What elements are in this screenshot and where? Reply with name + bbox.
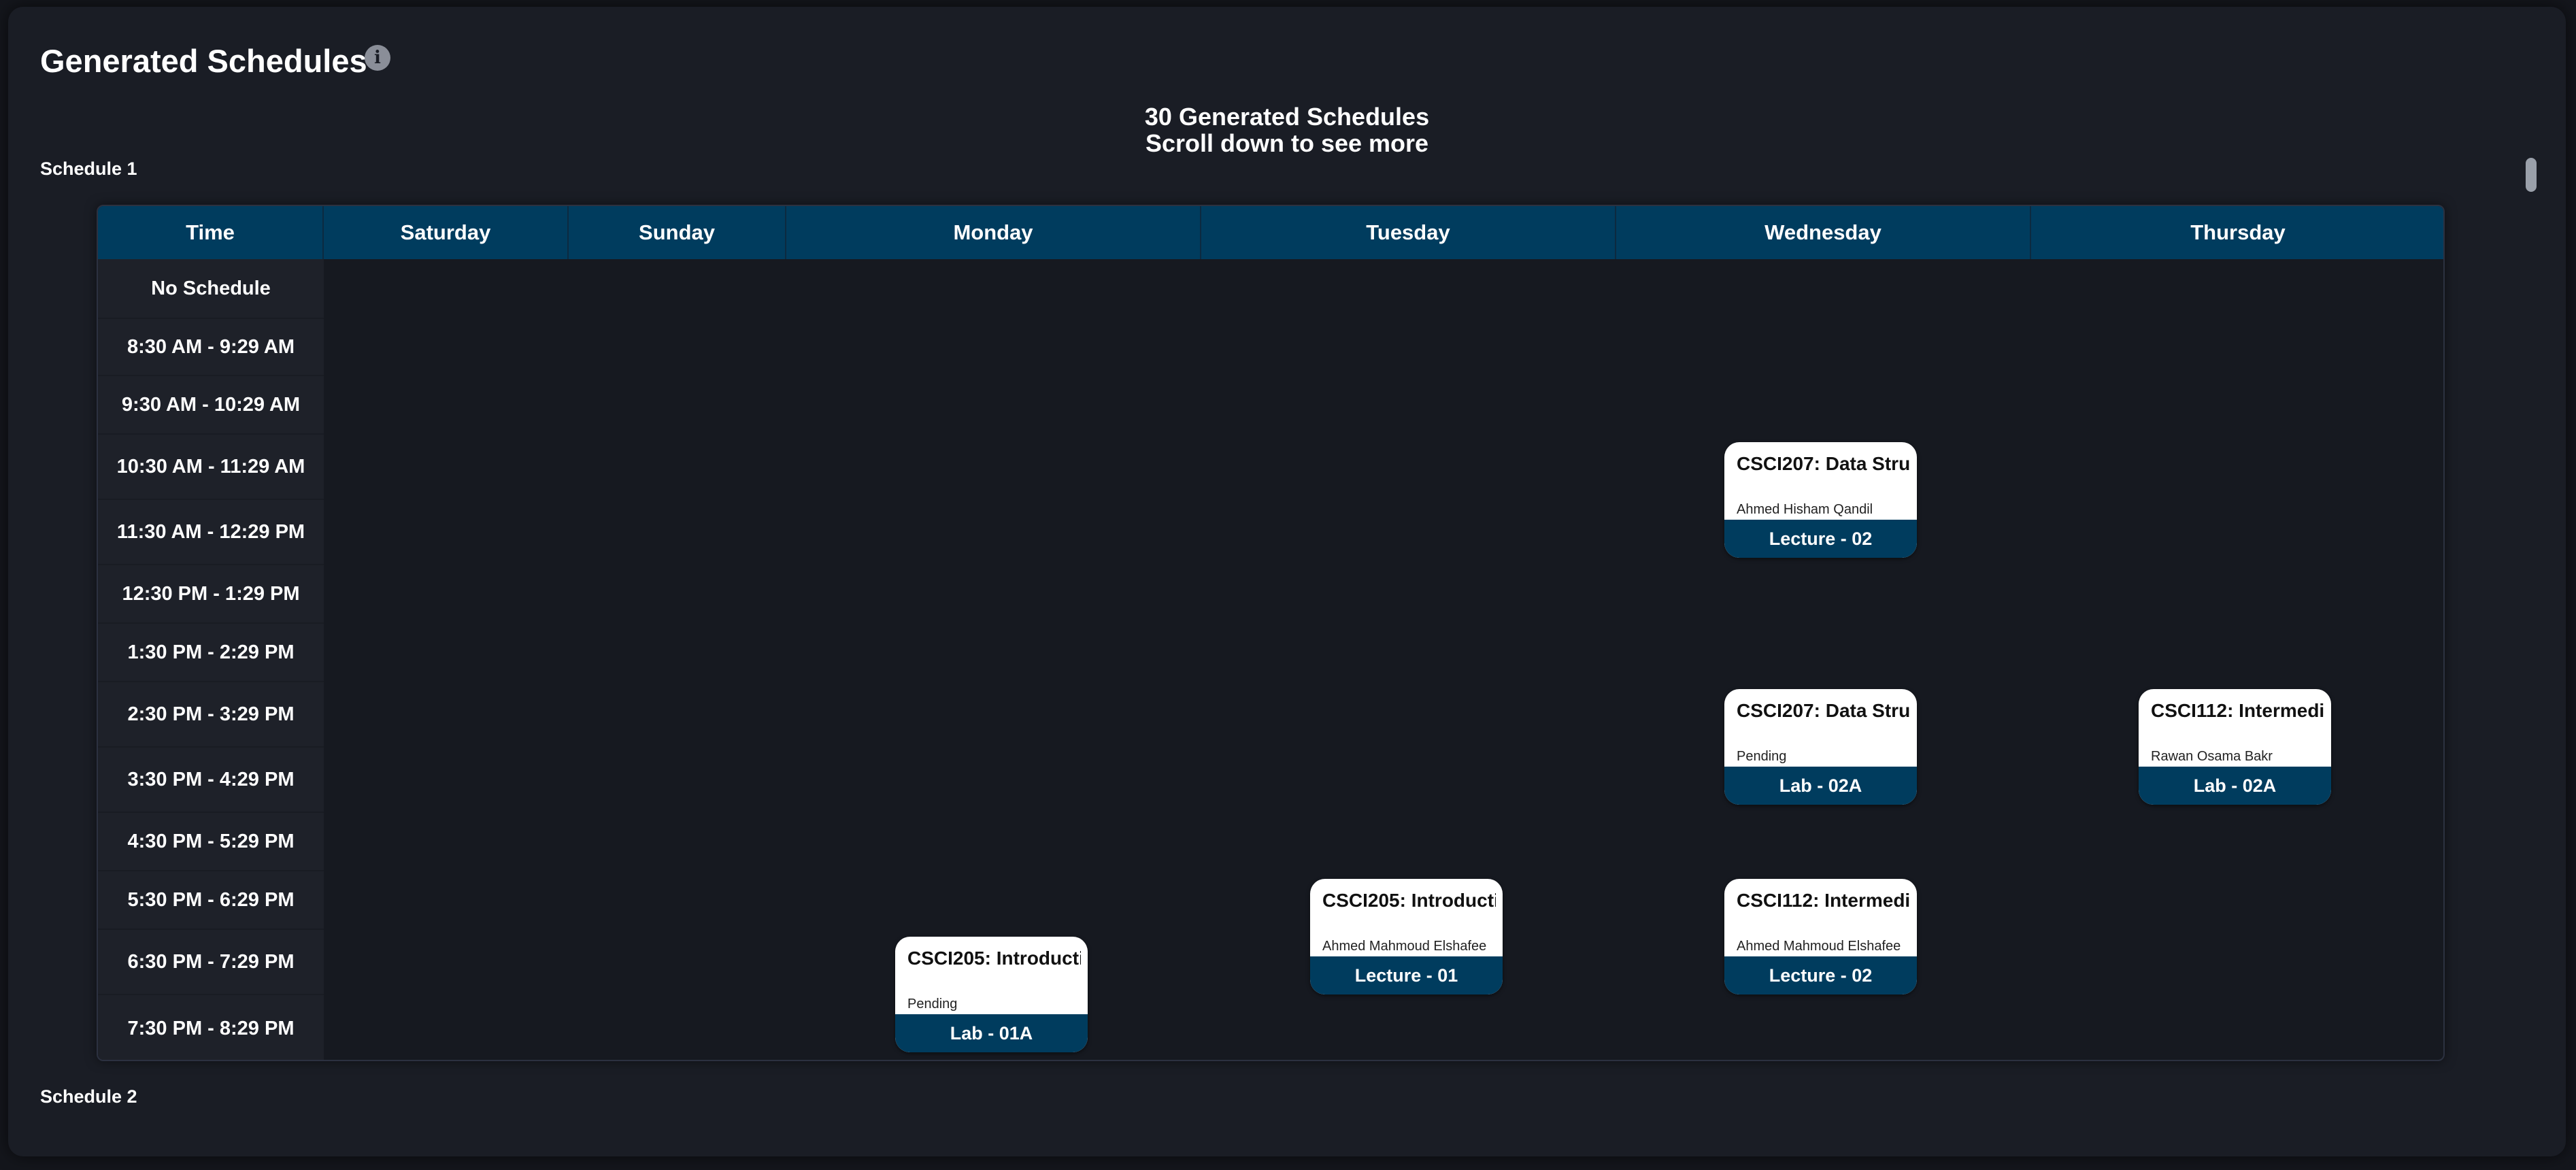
time-slot: 1:30 PM - 2:29 PM <box>98 624 324 682</box>
course-instructor: Ahmed Mahmoud Elshafee <box>1737 939 1901 954</box>
course-section: Lab - 02A <box>1724 767 1917 805</box>
course-title: CSCI205: Introduction to <box>1322 890 1496 911</box>
course-title: CSCI205: Introduction to <box>907 948 1081 969</box>
schedules-summary: 30 Generated Schedules Scroll down to se… <box>1015 103 1559 156</box>
course-card[interactable]: CSCI112: Intermediate Ahmed Mahmoud Elsh… <box>1724 879 1917 994</box>
header-saturday: Saturday <box>324 206 569 259</box>
time-slot: 12:30 PM - 1:29 PM <box>98 565 324 624</box>
schedule-table: Time Saturday Sunday Monday Tuesday Wedn… <box>97 205 2445 1061</box>
time-slot: 8:30 AM - 9:29 AM <box>98 319 324 376</box>
course-instructor: Ahmed Mahmoud Elshafee <box>1322 939 1487 954</box>
course-section: Lab - 01A <box>895 1014 1088 1052</box>
table-header-row: Time Saturday Sunday Monday Tuesday Wedn… <box>98 206 2443 259</box>
course-card[interactable]: CSCI205: Introduction to Pending Lab - 0… <box>895 937 1088 1052</box>
header-wednesday: Wednesday <box>1616 206 2031 259</box>
course-section: Lecture - 02 <box>1724 520 1917 558</box>
header-monday: Monday <box>786 206 1201 259</box>
time-slot: 6:30 PM - 7:29 PM <box>98 930 324 995</box>
course-title: CSCI112: Intermediate <box>2151 700 2324 721</box>
course-instructor: Ahmed Hisham Qandil <box>1737 502 1873 517</box>
course-section: Lab - 02A <box>2139 767 2331 805</box>
header-thursday: Thursday <box>2190 220 2286 244</box>
schedule-label: Schedule 1 <box>40 158 137 179</box>
schedule-label: Schedule 2 <box>40 1086 137 1107</box>
course-card[interactable]: CSCI207: Data Structures and Ahmed Hisha… <box>1724 442 1917 558</box>
course-instructor: Pending <box>1737 749 1787 764</box>
course-card[interactable]: CSCI207: Data Structures and Pending Lab… <box>1724 689 1917 805</box>
course-instructor: Rawan Osama Bakr <box>2151 749 2273 764</box>
time-slot: 3:30 PM - 4:29 PM <box>98 748 324 813</box>
time-slot: 7:30 PM - 8:29 PM <box>127 1018 295 1039</box>
time-slot: 2:30 PM - 3:29 PM <box>98 682 324 748</box>
time-slot: 11:30 AM - 12:29 PM <box>98 500 324 565</box>
page-title: Generated Schedules <box>40 43 367 79</box>
course-title: CSCI112: Intermediate <box>1737 890 1910 911</box>
time-slot: 9:30 AM - 10:29 AM <box>98 376 324 435</box>
course-card[interactable]: CSCI205: Introduction to Ahmed Mahmoud E… <box>1310 879 1503 994</box>
info-icon[interactable]: i <box>365 45 390 71</box>
course-title: CSCI207: Data Structures and <box>1737 700 1910 721</box>
header-sunday: Sunday <box>569 206 786 259</box>
course-section: Lecture - 02 <box>1724 956 1917 994</box>
course-section: Lecture - 01 <box>1310 956 1503 994</box>
time-slot: 10:30 AM - 11:29 AM <box>98 435 324 500</box>
schedules-count: 30 Generated Schedules <box>1144 103 1430 131</box>
time-slot-no-schedule: No Schedule <box>98 259 324 319</box>
course-card[interactable]: CSCI112: Intermediate Rawan Osama Bakr L… <box>2139 689 2331 805</box>
header-time: Time <box>98 206 324 259</box>
time-slot: 5:30 PM - 6:29 PM <box>98 871 324 930</box>
header-tuesday: Tuesday <box>1201 206 1616 259</box>
time-column: No Schedule 8:30 AM - 9:29 AM 9:30 AM - … <box>98 259 324 1060</box>
course-instructor: Pending <box>907 997 958 1012</box>
time-slot: 4:30 PM - 5:29 PM <box>98 813 324 871</box>
scroll-hint: Scroll down to see more <box>1145 129 1429 157</box>
scrollbar-thumb[interactable] <box>2526 158 2537 192</box>
course-title: CSCI207: Data Structures and <box>1737 453 1910 474</box>
